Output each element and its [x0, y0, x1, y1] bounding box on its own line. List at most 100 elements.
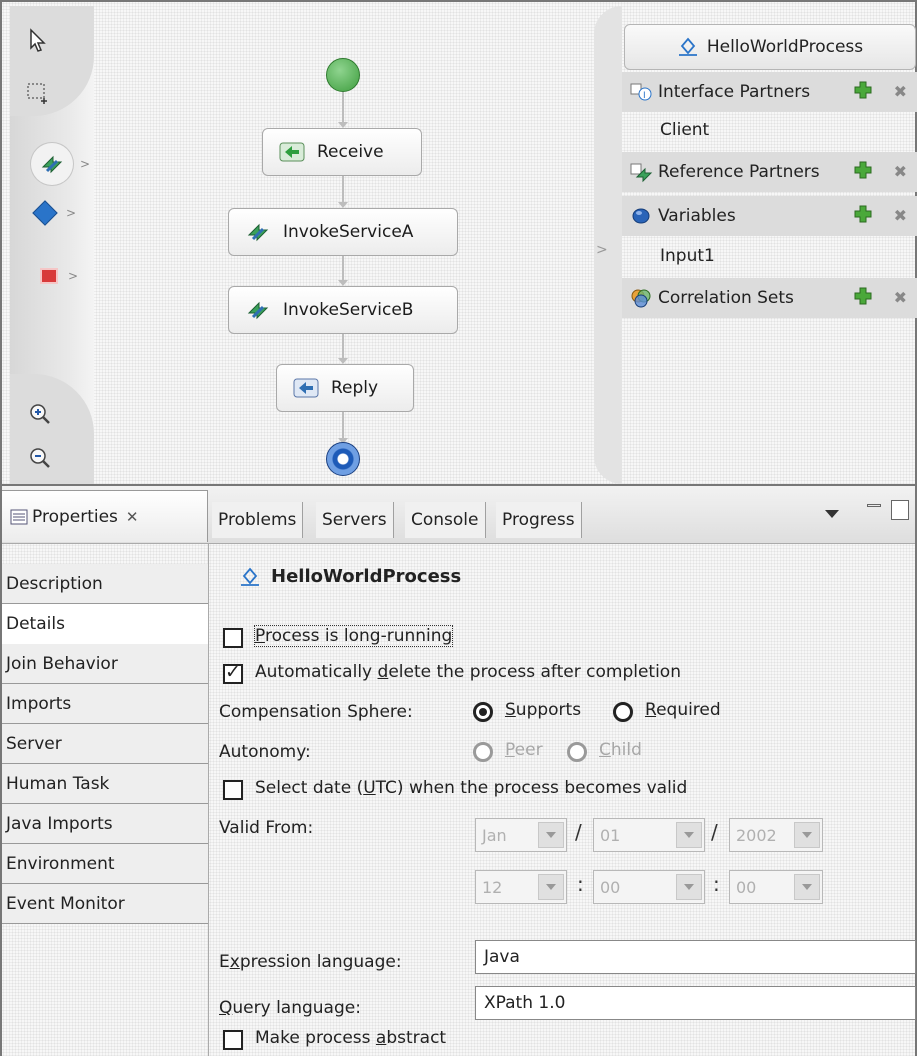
correlation-sets-section[interactable]: Correlation Sets ✖	[622, 278, 917, 318]
process-end-node[interactable]	[326, 442, 360, 476]
required-label[interactable]: Required	[645, 700, 721, 720]
combo-value: Jan	[482, 825, 507, 845]
label-part: uery language:	[232, 998, 361, 1018]
invoke-service-a-node[interactable]: InvokeServiceA	[228, 208, 458, 256]
interface-partner-item[interactable]: Client	[660, 120, 709, 140]
variable-item[interactable]: Input1	[660, 246, 715, 266]
compensation-sphere-label: Compensation Sphere:	[219, 702, 413, 722]
tab-problems[interactable]: Problems	[212, 502, 304, 538]
reply-node[interactable]: Reply	[276, 364, 414, 412]
process-start-node[interactable]	[326, 58, 360, 92]
long-running-checkbox[interactable]	[223, 628, 243, 648]
reference-partners-section[interactable]: Reference Partners ✖	[622, 152, 917, 192]
interface-partners-section[interactable]: I Interface Partners ✖	[622, 72, 917, 112]
side-tab-environment[interactable]: Environment	[2, 844, 208, 884]
side-tab-label: Description	[6, 573, 103, 594]
side-tab-details[interactable]: Details	[2, 604, 208, 644]
reply-arrow-icon	[293, 377, 319, 399]
process-tray: HelloWorldProcess I Interface Partners ✖…	[622, 6, 917, 484]
required-radio[interactable]	[613, 702, 633, 722]
invoke-activity-tool[interactable]: >	[30, 142, 90, 186]
make-abstract-checkbox[interactable]	[223, 1030, 243, 1050]
interface-partner-icon: I	[628, 81, 654, 103]
dropdown-arrow-icon	[676, 822, 702, 848]
auto-delete-label[interactable]: Automatically delete the process after c…	[255, 662, 681, 682]
side-tab-join-behavior[interactable]: Join Behavior	[2, 644, 208, 684]
expression-language-label: Expression language:	[219, 952, 402, 972]
auto-delete-checkbox[interactable]	[223, 661, 243, 684]
variables-section[interactable]: Variables ✖	[622, 196, 917, 236]
invoke-icon	[245, 221, 271, 243]
view-menu-icon[interactable]	[825, 510, 839, 518]
tab-servers[interactable]: Servers	[316, 502, 394, 538]
process-icon	[677, 37, 699, 57]
long-running-label[interactable]: Process is long-running	[253, 625, 454, 647]
node-label: InvokeServiceB	[283, 300, 414, 320]
query-language-field[interactable]: XPath 1.0	[475, 986, 916, 1020]
close-icon[interactable]: ✕	[126, 508, 139, 526]
expression-language-field[interactable]: Java	[475, 940, 916, 974]
add-icon[interactable]	[853, 204, 873, 229]
label-part: equired	[656, 700, 721, 720]
properties-view: Properties ✕ Problems Servers Console Pr…	[0, 486, 917, 1056]
date-separator: /	[711, 820, 718, 844]
process-header[interactable]: HelloWorldProcess	[624, 24, 916, 70]
chevron-right-icon: >	[79, 157, 90, 171]
section-label: Reference Partners	[658, 162, 820, 182]
label-part: hild	[610, 740, 642, 760]
time-separator: :	[713, 872, 720, 896]
zoom-out-icon[interactable]	[28, 446, 52, 470]
tab-label: Properties	[32, 506, 118, 527]
selection-arrow-icon[interactable]	[28, 28, 48, 52]
tab-label: Console	[411, 510, 479, 530]
minimize-icon[interactable]	[867, 504, 881, 507]
remove-icon[interactable]: ✖	[894, 206, 907, 225]
side-tab-server[interactable]: Server	[2, 724, 208, 764]
remove-icon[interactable]: ✖	[894, 82, 907, 101]
remove-icon[interactable]: ✖	[894, 288, 907, 307]
mnemonic: a	[375, 1028, 387, 1048]
chevron-right-icon: >	[66, 206, 77, 220]
receive-arrow-icon	[279, 141, 305, 163]
side-tab-label: Environment	[6, 853, 115, 874]
add-icon[interactable]	[853, 160, 873, 185]
add-icon[interactable]	[853, 80, 873, 105]
palette-top-bulge	[10, 6, 94, 116]
zoom-in-icon[interactable]	[28, 402, 52, 426]
combo-value: 01	[600, 825, 621, 845]
query-language-label: Query language:	[219, 998, 361, 1018]
select-date-checkbox[interactable]	[223, 780, 243, 800]
remove-icon[interactable]: ✖	[894, 162, 907, 181]
side-tab-description[interactable]: Description	[2, 564, 208, 604]
receive-node[interactable]: Receive	[262, 128, 422, 176]
side-tab-java-imports[interactable]: Java Imports	[2, 804, 208, 844]
tab-console[interactable]: Console	[405, 502, 486, 538]
node-label: InvokeServiceA	[283, 222, 414, 242]
invoke-service-b-node[interactable]: InvokeServiceB	[228, 286, 458, 334]
combo-value: 00	[736, 877, 757, 897]
combo-value: 12	[482, 877, 503, 897]
tab-progress[interactable]: Progress	[496, 502, 582, 538]
supports-label[interactable]: Supports	[505, 700, 581, 720]
time-separator: :	[577, 872, 584, 896]
marquee-select-icon[interactable]	[26, 82, 52, 106]
side-tab-imports[interactable]: Imports	[2, 684, 208, 724]
child-radio	[567, 742, 587, 762]
make-abstract-label[interactable]: Make process abstract	[255, 1028, 446, 1048]
mnemonic: U	[363, 778, 376, 798]
select-date-label[interactable]: Select date (UTC) when the process becom…	[255, 778, 687, 798]
palette: > > >	[10, 6, 94, 484]
choice-diamond-icon	[32, 200, 58, 226]
dropdown-arrow-icon	[794, 874, 820, 900]
supports-radio[interactable]	[473, 702, 493, 722]
tray-divider[interactable]: >	[582, 6, 622, 484]
tab-properties[interactable]: Properties ✕	[2, 490, 208, 542]
side-tab-event-monitor[interactable]: Event Monitor	[2, 884, 208, 924]
choice-diamond-tool[interactable]: >	[32, 200, 77, 226]
maximize-icon[interactable]	[891, 500, 909, 520]
add-icon[interactable]	[853, 286, 873, 311]
side-tab-human-task[interactable]: Human Task	[2, 764, 208, 804]
fault-stop-tool[interactable]: >	[40, 268, 78, 284]
tab-label: Problems	[218, 510, 297, 530]
label-part: rocess is long-running	[264, 626, 453, 646]
